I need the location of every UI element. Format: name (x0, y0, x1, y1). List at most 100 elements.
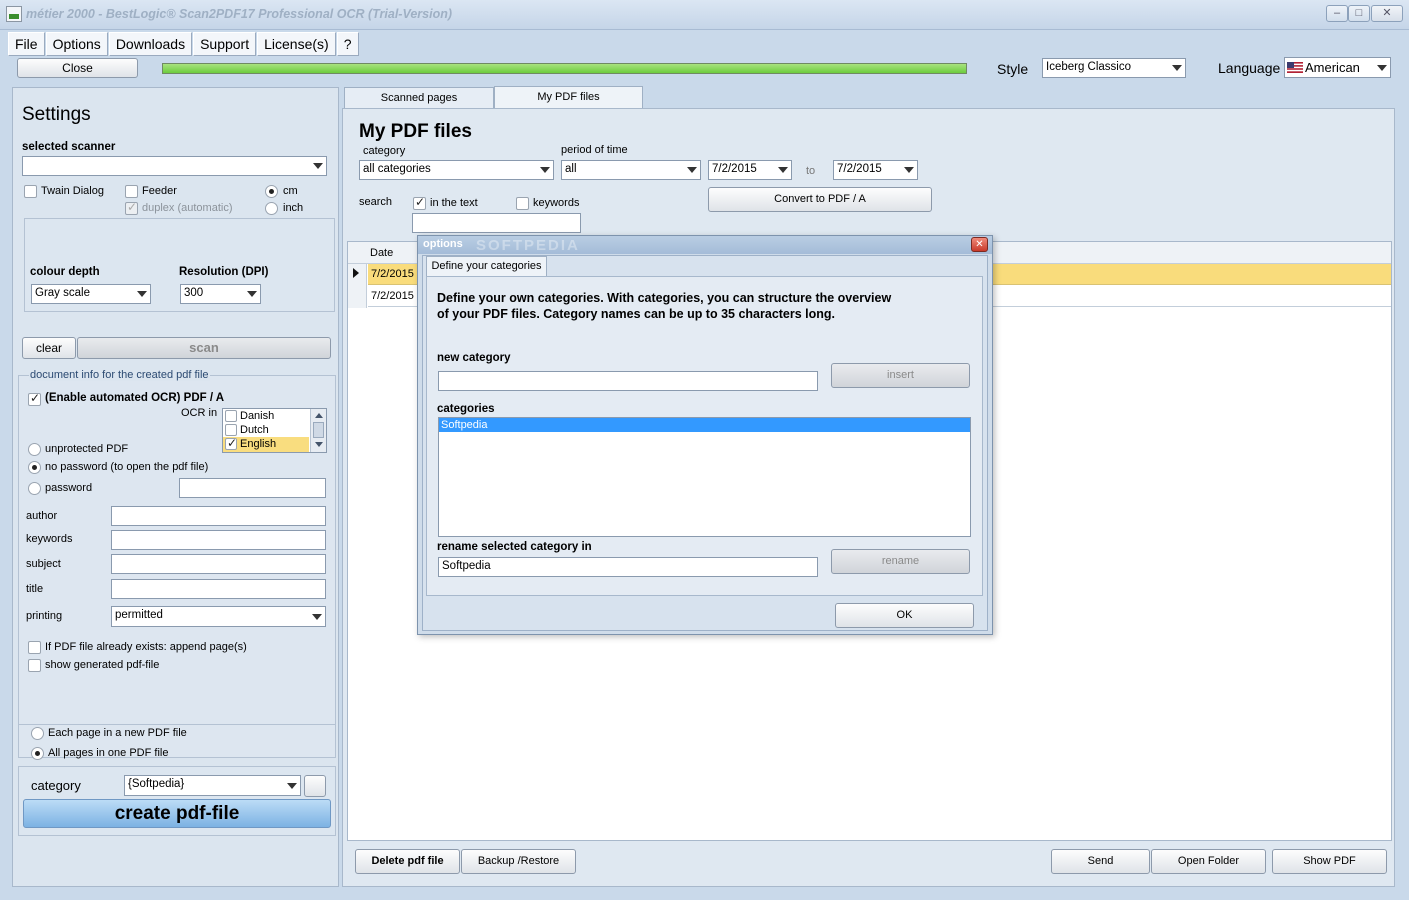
clear-button[interactable]: clear (22, 337, 76, 359)
categories-list[interactable]: Softpedia (438, 417, 971, 537)
close-button[interactable]: Close (17, 58, 138, 78)
category-select[interactable]: {Softpedia} (124, 775, 301, 796)
scan-button[interactable]: scan (77, 337, 331, 359)
scroll-down-icon[interactable] (315, 442, 323, 447)
language-value: American (1305, 60, 1360, 75)
duplex-checkbox[interactable] (125, 200, 138, 215)
duplex-label: duplex (automatic) (142, 202, 233, 214)
ok-button[interactable]: OK (835, 603, 974, 628)
scroll-thumb[interactable] (313, 422, 324, 438)
create-pdf-button[interactable]: create pdf-file (23, 799, 331, 828)
password-radio[interactable] (28, 482, 41, 495)
backup-restore-button[interactable]: Backup /Restore (461, 849, 576, 874)
in-text-label: in the text (430, 197, 478, 209)
dialog-title: options (423, 238, 463, 250)
all-pages-radio[interactable] (31, 747, 44, 760)
ocr-language-row[interactable]: Dutch (223, 423, 309, 437)
grid-header-date[interactable]: Date (370, 247, 393, 259)
chevron-down-icon (540, 167, 550, 173)
style-label: Style (997, 61, 1029, 77)
each-page-radio[interactable] (31, 727, 44, 740)
menu-options[interactable]: Options (45, 32, 108, 56)
scanner-select[interactable] (22, 156, 327, 176)
divider (19, 724, 335, 725)
menu-licenses[interactable]: License(s) (257, 32, 336, 56)
chevron-down-icon (778, 167, 788, 173)
no-password-radio[interactable] (28, 461, 41, 474)
open-folder-button[interactable]: Open Folder (1151, 849, 1266, 874)
list-item[interactable]: Softpedia (439, 418, 970, 432)
cm-label: cm (283, 185, 298, 197)
language-select[interactable]: American (1284, 57, 1391, 78)
menu-file[interactable]: File (8, 32, 45, 56)
chevron-down-icon (313, 163, 323, 169)
ocr-in-label: OCR in (181, 407, 218, 419)
scanner-label: selected scanner (22, 141, 116, 153)
title-field[interactable] (111, 579, 326, 599)
category-filter-select[interactable]: all categories (359, 160, 554, 180)
password-field[interactable] (179, 478, 326, 498)
subject-field[interactable] (111, 554, 326, 574)
ocr-language-scrollbar[interactable] (310, 409, 326, 452)
resolution-label: Resolution (DPI) (179, 266, 269, 278)
unprotected-radio[interactable] (28, 443, 41, 456)
append-checkbox[interactable] (28, 641, 41, 654)
category-label: category (31, 778, 81, 793)
ocr-language-row[interactable]: English (223, 436, 309, 452)
ocr-language-list[interactable]: Danish Dutch English (222, 408, 327, 453)
search-label: search (359, 196, 393, 208)
ocr-enable-checkbox[interactable] (28, 391, 41, 406)
scroll-up-icon[interactable] (315, 413, 323, 418)
categories-label: categories (437, 403, 495, 415)
minimize-button[interactable]: – (1326, 5, 1348, 22)
tab-my-pdf-files[interactable]: My PDF files (494, 86, 643, 109)
ocr-language-checkbox[interactable] (225, 410, 237, 422)
menu-support[interactable]: Support (193, 32, 257, 56)
unprotected-label: unprotected PDF (45, 443, 129, 455)
feeder-label: Feeder (142, 185, 177, 197)
date-from-value: 7/2/2015 (712, 163, 757, 175)
doc-info-legend: document info for the created pdf file (29, 369, 210, 381)
period-select[interactable]: all (561, 160, 701, 180)
colour-depth-select[interactable]: Gray scale (31, 284, 151, 304)
printing-value: permitted (115, 609, 163, 621)
close-window-button[interactable]: ✕ (1371, 5, 1403, 22)
twain-checkbox[interactable] (24, 185, 37, 198)
menu-help[interactable]: ? (336, 32, 359, 56)
date-to-select[interactable]: 7/2/2015 (833, 160, 918, 180)
ocr-language-checkbox[interactable] (225, 436, 237, 450)
tab-scanned-pages[interactable]: Scanned pages (344, 87, 494, 109)
feeder-checkbox[interactable] (125, 185, 138, 198)
rename-button[interactable]: rename (831, 549, 970, 574)
append-label: If PDF file already exists: append page(… (45, 641, 247, 653)
inch-radio[interactable] (265, 202, 278, 215)
date-from-select[interactable]: 7/2/2015 (708, 160, 792, 180)
cm-radio[interactable] (265, 185, 278, 198)
convert-pdfa-button[interactable]: Convert to PDF / A (708, 187, 932, 212)
dialog-close-button[interactable]: ✕ (971, 237, 988, 252)
rename-input[interactable]: Softpedia (438, 557, 818, 577)
ocr-language-row[interactable]: Danish (223, 409, 309, 423)
keywords-field[interactable] (111, 530, 326, 550)
delete-pdf-button[interactable]: Delete pdf file (355, 849, 460, 874)
maximize-button[interactable]: □ (1348, 5, 1370, 22)
menu-downloads[interactable]: Downloads (108, 32, 193, 56)
category-extra-button[interactable] (304, 775, 326, 797)
tab-define-categories[interactable]: Define your categories (426, 256, 547, 276)
pdf-files-heading: My PDF files (359, 121, 472, 142)
ocr-language-checkbox[interactable] (225, 424, 237, 436)
search-input[interactable] (412, 213, 581, 233)
author-field[interactable] (111, 506, 326, 526)
show-generated-checkbox[interactable] (28, 659, 41, 672)
in-text-checkbox[interactable] (413, 195, 426, 210)
us-flag-icon (1287, 62, 1303, 73)
insert-button[interactable]: insert (831, 363, 970, 388)
new-category-input[interactable] (438, 371, 818, 391)
send-button[interactable]: Send (1051, 849, 1150, 874)
keywords-checkbox[interactable] (516, 197, 529, 210)
resolution-select[interactable]: 300 (180, 284, 261, 304)
style-select[interactable]: Iceberg Classico (1042, 58, 1186, 78)
show-pdf-button[interactable]: Show PDF (1272, 849, 1387, 874)
rename-label: rename selected category in (437, 541, 592, 553)
printing-select[interactable]: permitted (111, 606, 326, 627)
